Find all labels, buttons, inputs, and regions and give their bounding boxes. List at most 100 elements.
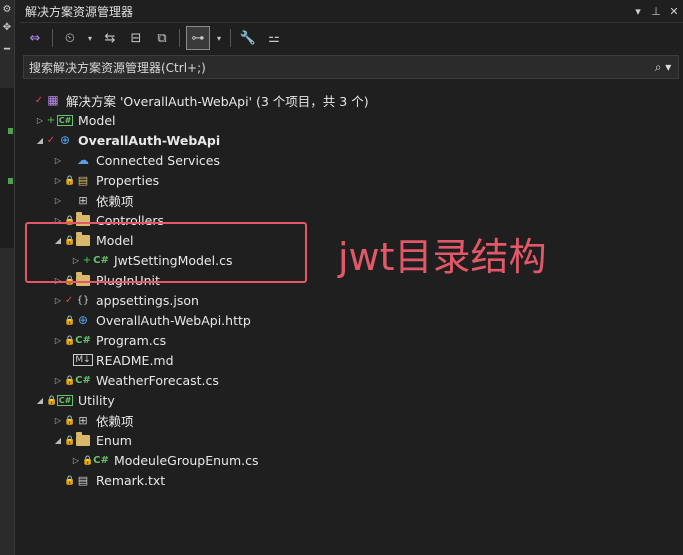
- toolbar-separator: [179, 29, 180, 47]
- cloud-icon: ☁: [77, 153, 89, 167]
- properties-wrench-icon[interactable]: 🔧: [237, 27, 259, 49]
- tree-item[interactable]: ▷ + C# Model: [34, 110, 116, 130]
- minus-icon[interactable]: ━: [0, 44, 14, 55]
- dependencies-icon: ⊞: [78, 193, 88, 207]
- split-icon[interactable]: ✥: [0, 22, 14, 33]
- tree-item-label: Program.cs: [96, 332, 167, 348]
- expand-arrow-icon[interactable]: ◢: [34, 396, 46, 405]
- properties-icon: ▤: [77, 173, 89, 187]
- collapse-arrow-icon[interactable]: ▷: [52, 156, 64, 165]
- tree-item[interactable]: 🔒 ▤ Remark.txt: [52, 470, 165, 490]
- markdown-file-icon: M↓: [73, 354, 93, 366]
- switch-views-icon[interactable]: ⇔: [24, 27, 46, 49]
- tree-item-label: OverallAuth-WebApi: [78, 132, 221, 148]
- tree-item[interactable]: M↓ README.md: [52, 350, 174, 370]
- lock-status-icon: 🔒: [64, 475, 76, 486]
- tree-item-label: Enum: [96, 432, 132, 448]
- check-status-icon: ✓: [34, 94, 44, 106]
- tree-item-label: Properties: [96, 172, 160, 188]
- collapse-arrow-icon[interactable]: ▷: [52, 336, 64, 345]
- lock-status-icon: 🔒: [64, 335, 76, 346]
- csharp-project-icon: C#: [56, 394, 74, 406]
- tree-item-label: 依赖项: [96, 413, 134, 429]
- tree-item-label: 解决方案 'OverallAuth-WebApi' (3 个项目，共 3 个): [66, 93, 369, 109]
- lock-status-icon: 🔒: [64, 175, 76, 186]
- expand-arrow-icon[interactable]: ◢: [34, 136, 46, 145]
- highlight-box: [25, 222, 307, 283]
- editor-margin: [0, 88, 14, 248]
- solution-explorer-panel: 解决方案资源管理器 ▾ ⊥ ✕ ⇔ ⏲ ▾ ⇆ ⊟ ⧉ ⊶ ▾ 🔧 ⚍ 搜索解决…: [20, 0, 683, 555]
- panel-title: 解决方案资源管理器: [25, 4, 134, 19]
- collapse-arrow-icon[interactable]: ▷: [52, 416, 64, 425]
- lock-status-icon: 🔒: [64, 375, 76, 386]
- tree-item[interactable]: ✓ ▦ 解决方案 'OverallAuth-WebApi' (3 个项目，共 3 个…: [22, 90, 369, 110]
- tree-item[interactable]: ▷ ☁ Connected Services: [52, 150, 220, 170]
- collapse-arrow-icon[interactable]: ▷: [52, 296, 64, 305]
- tree-item[interactable]: ◢ ✓ ⊕ OverallAuth-WebApi: [34, 130, 220, 150]
- dependencies-icon: ⊞: [78, 413, 88, 427]
- pending-changes-filter-icon[interactable]: ⊶: [186, 26, 210, 50]
- tree-item[interactable]: ▷ 🔒 C# ModeuleGroupEnum.cs: [70, 450, 259, 470]
- search-icon[interactable]: ⌕ ▾: [648, 60, 678, 75]
- lock-status-icon: 🔒: [64, 415, 76, 426]
- tree-item[interactable]: ▷ ✓{} appsettings.json: [52, 290, 199, 310]
- gear-icon[interactable]: ⚙: [0, 4, 14, 15]
- lock-status-icon: 🔒: [82, 455, 94, 466]
- preview-icon[interactable]: ⚍: [263, 27, 285, 49]
- collapse-arrow-icon[interactable]: ▷: [70, 456, 82, 465]
- http-file-icon: ⊕: [77, 313, 89, 327]
- web-project-icon: ⊕: [59, 133, 71, 147]
- collapse-arrow-icon[interactable]: ▷: [52, 176, 64, 185]
- tree-item-label: OverallAuth-WebApi.http: [96, 312, 251, 328]
- check-status-icon: ✓: [64, 294, 74, 306]
- panel-toolbar: ⇔ ⏲ ▾ ⇆ ⊟ ⧉ ⊶ ▾ 🔧 ⚍: [20, 23, 683, 53]
- tree-item-label: README.md: [96, 352, 174, 368]
- tree-item[interactable]: ▷ 🔒 ⊞ 依赖项: [52, 410, 134, 430]
- pin-icon[interactable]: ⊥: [647, 5, 665, 18]
- tree-item[interactable]: ▷ ⊞ 依赖项: [52, 190, 134, 210]
- tree-item[interactable]: ▷ 🔒 C# Program.cs: [52, 330, 166, 350]
- collapse-arrow-icon[interactable]: ▷: [34, 116, 46, 125]
- tree-item-label: Utility: [78, 392, 115, 408]
- change-marker: [8, 128, 13, 134]
- tree-item[interactable]: 🔒 ⊕ OverallAuth-WebApi.http: [52, 310, 251, 330]
- lock-status-icon: 🔒: [64, 315, 76, 326]
- csharp-project-icon: C#: [56, 114, 74, 126]
- search-input[interactable]: 搜索解决方案资源管理器(Ctrl+;) ⌕ ▾: [23, 55, 679, 79]
- solution-icon: ▦: [47, 93, 59, 107]
- annotation-text: jwt目录结构: [338, 235, 547, 279]
- tree-item[interactable]: ◢ 🔒 Enum: [52, 430, 132, 450]
- tree-item-label: Remark.txt: [96, 472, 166, 488]
- tree-item-label: 依赖项: [96, 193, 134, 209]
- change-marker: [8, 178, 13, 184]
- history-icon[interactable]: ⏲: [59, 27, 81, 49]
- dropdown-icon[interactable]: ▾: [629, 5, 647, 18]
- chevron-down-icon[interactable]: ▾: [214, 27, 224, 49]
- tree-item[interactable]: ▷ 🔒 ▤ Properties: [52, 170, 159, 190]
- panel-titlebar: 解决方案资源管理器 ▾ ⊥ ✕: [20, 0, 683, 23]
- tree-item-label: ModeuleGroupEnum.cs: [114, 452, 259, 468]
- collapse-arrow-icon[interactable]: ▷: [52, 196, 64, 205]
- tree-item-label: Model: [78, 112, 116, 128]
- tree-item-label: Connected Services: [96, 152, 220, 168]
- tree-item[interactable]: ◢ 🔒 C# Utility: [34, 390, 115, 410]
- csharp-file-icon: C#: [75, 334, 91, 346]
- expand-arrow-icon[interactable]: ◢: [52, 436, 64, 445]
- collapse-arrow-icon[interactable]: ▷: [52, 376, 64, 385]
- toolbar-separator: [52, 29, 53, 47]
- tree-item[interactable]: ▷ 🔒 C# WeatherForecast.cs: [52, 370, 219, 390]
- text-file-icon: ▤: [77, 473, 89, 487]
- lock-status-icon: 🔒: [64, 435, 76, 446]
- tree-item-label: appsettings.json: [96, 292, 199, 308]
- tree-item-label: WeatherForecast.cs: [96, 372, 219, 388]
- toolbar-separator: [230, 29, 231, 47]
- collapse-all-icon[interactable]: ⊟: [125, 27, 147, 49]
- check-status-icon: ✓: [46, 134, 56, 146]
- sync-icon[interactable]: ⇆: [99, 27, 121, 49]
- editor-side-strip: ⚙ ✥ ━: [0, 0, 15, 555]
- chevron-down-icon[interactable]: ▾: [85, 27, 95, 49]
- close-icon[interactable]: ✕: [665, 5, 683, 18]
- json-file-icon: {}: [76, 294, 90, 306]
- show-all-files-icon[interactable]: ⧉: [151, 27, 173, 49]
- plus-status-icon: +: [46, 114, 56, 126]
